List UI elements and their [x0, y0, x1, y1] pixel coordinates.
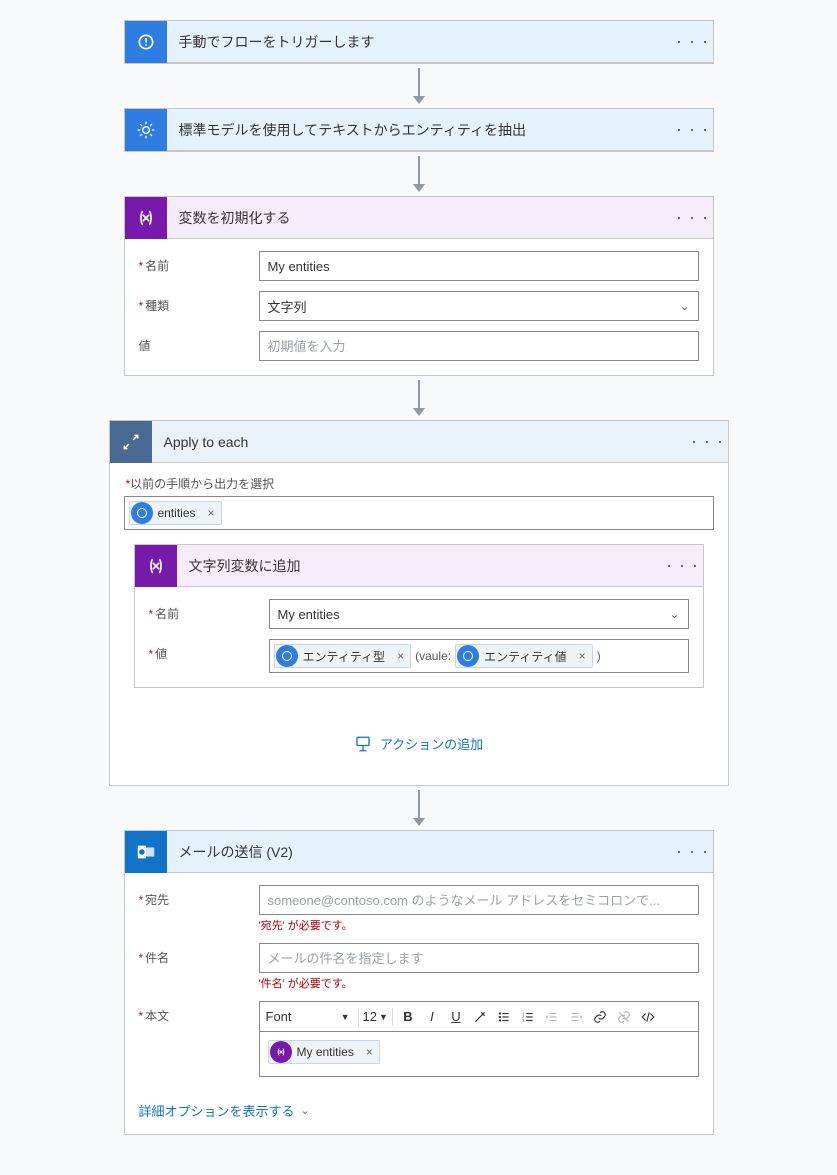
connector-arrow-icon: [413, 156, 425, 192]
append-header[interactable]: 文字列変数に追加 · · ·: [135, 545, 703, 587]
append-menu[interactable]: · · ·: [663, 555, 703, 576]
applytoeach-menu[interactable]: · · ·: [688, 431, 728, 452]
apply-prevoutput-input[interactable]: entities ×: [124, 496, 714, 530]
initvar-name-input[interactable]: [259, 251, 699, 281]
initvar-value-input[interactable]: [259, 331, 699, 361]
variable-icon: [270, 1041, 292, 1063]
initvar-title: 変数を初期化する: [167, 208, 673, 228]
mail-to-input[interactable]: [259, 885, 699, 915]
token-myentities[interactable]: My entities ×: [268, 1040, 380, 1064]
mail-body-label: *本文: [139, 1001, 259, 1024]
initvar-card: 変数を初期化する · · · *名前 *種類 文字列 ⌄ 値: [124, 196, 714, 376]
append-value-input[interactable]: エンティティ型 × (vaule: エンティティ値 ×: [269, 639, 689, 673]
mail-to-error: '宛先' が必要です。: [259, 917, 699, 933]
extract-menu[interactable]: · · ·: [673, 119, 713, 140]
append-literal-text: (vaule:: [415, 649, 451, 663]
show-advanced-label: 詳細オプションを表示する: [139, 1101, 295, 1120]
add-action-icon: [354, 735, 372, 753]
trigger-title: 手動でフローをトリガーします: [167, 32, 673, 52]
append-name-label: *名前: [149, 599, 269, 622]
show-advanced-options[interactable]: 詳細オプションを表示する ⌄: [125, 1091, 713, 1134]
chevron-down-icon: ⌄: [679, 299, 689, 313]
token-entities[interactable]: entities ×: [129, 501, 222, 525]
sendmail-header[interactable]: メールの送信 (V2) · · ·: [125, 831, 713, 873]
variable-icon: [125, 197, 167, 239]
applytoeach-title: Apply to each: [152, 434, 688, 450]
connector-arrow-icon: [413, 68, 425, 104]
rt-underline-button[interactable]: U: [445, 1006, 467, 1028]
token-remove-icon[interactable]: ×: [360, 1045, 379, 1059]
rt-size-select[interactable]: 12▼: [363, 1006, 388, 1028]
rt-unlink-button[interactable]: [613, 1006, 635, 1028]
connector-arrow-icon: [413, 790, 425, 826]
loop-icon: [110, 421, 152, 463]
initvar-type-value: 文字列: [268, 297, 307, 316]
extract-card: 標準モデルを使用してテキストからエンティティを抽出 · · ·: [124, 108, 714, 152]
rt-color-button[interactable]: [469, 1006, 491, 1028]
mail-subject-error: '件名' が必要です。: [259, 975, 699, 991]
rt-numbered-button[interactable]: 123: [517, 1006, 539, 1028]
richtext-toolbar: Font▼ 12▼ B I U 1: [259, 1001, 699, 1031]
dynamic-content-icon: [131, 502, 153, 524]
trigger-card: 手動でフローをトリガーします · · ·: [124, 20, 714, 64]
trigger-icon: [125, 21, 167, 63]
token-remove-icon[interactable]: ×: [391, 649, 410, 663]
apply-prevoutput-label: *以前の手順から出力を選択: [126, 475, 714, 492]
dynamic-content-icon: [276, 645, 298, 667]
chevron-down-icon: ⌄: [669, 607, 679, 621]
rt-outdent-button[interactable]: [541, 1006, 563, 1028]
rt-bullets-button[interactable]: [493, 1006, 515, 1028]
token-remove-icon[interactable]: ×: [573, 649, 592, 663]
add-action-button[interactable]: アクションの追加: [124, 734, 714, 753]
applytoeach-header[interactable]: Apply to each · · ·: [110, 421, 728, 463]
sendmail-card: メールの送信 (V2) · · · *宛先 '宛先' が必要です。 *件名 '件…: [124, 830, 714, 1135]
append-value-label: *値: [149, 639, 269, 662]
rt-italic-button[interactable]: I: [421, 1006, 443, 1028]
mail-body-editor[interactable]: My entities ×: [259, 1031, 699, 1077]
append-card: 文字列変数に追加 · · · *名前 My entities ⌄: [134, 544, 704, 688]
append-name-value: My entities: [278, 607, 340, 622]
ai-builder-icon: [125, 109, 167, 151]
sendmail-menu[interactable]: · · ·: [673, 841, 713, 862]
svg-text:3: 3: [522, 1018, 524, 1022]
rt-bold-button[interactable]: B: [397, 1006, 419, 1028]
rt-indent-button[interactable]: [565, 1006, 587, 1028]
connector-arrow-icon: [413, 380, 425, 416]
rt-font-select[interactable]: Font▼: [266, 1006, 354, 1028]
mail-subject-label: *件名: [139, 943, 259, 966]
extract-header[interactable]: 標準モデルを使用してテキストからエンティティを抽出 · · ·: [125, 109, 713, 151]
trigger-header[interactable]: 手動でフローをトリガーします · · ·: [125, 21, 713, 63]
variable-icon: [135, 545, 177, 587]
initvar-name-label: *名前: [139, 251, 259, 274]
append-literal-text: ): [597, 649, 601, 663]
outlook-icon: [125, 831, 167, 873]
initvar-value-label: 値: [139, 331, 259, 354]
trigger-menu[interactable]: · · ·: [673, 31, 713, 52]
rt-link-button[interactable]: [589, 1006, 611, 1028]
token-entity-value[interactable]: エンティティ値 ×: [455, 644, 593, 668]
chevron-down-icon: ⌄: [301, 1104, 310, 1117]
append-name-select[interactable]: My entities ⌄: [269, 599, 689, 629]
add-action-label: アクションの追加: [380, 734, 483, 753]
extract-title: 標準モデルを使用してテキストからエンティティを抽出: [167, 120, 673, 140]
dynamic-content-icon: [457, 645, 479, 667]
applytoeach-card: Apply to each · · · *以前の手順から出力を選択 entiti…: [109, 420, 729, 786]
initvar-type-select[interactable]: 文字列 ⌄: [259, 291, 699, 321]
rt-codeview-button[interactable]: [637, 1006, 659, 1028]
initvar-menu[interactable]: · · ·: [673, 207, 713, 228]
token-entity-type[interactable]: エンティティ型 ×: [274, 644, 412, 668]
mail-to-label: *宛先: [139, 885, 259, 908]
initvar-header[interactable]: 変数を初期化する · · ·: [125, 197, 713, 239]
initvar-type-label: *種類: [139, 291, 259, 314]
sendmail-title: メールの送信 (V2): [167, 842, 673, 862]
append-title: 文字列変数に追加: [177, 556, 663, 576]
token-remove-icon[interactable]: ×: [202, 506, 221, 520]
mail-subject-input[interactable]: [259, 943, 699, 973]
